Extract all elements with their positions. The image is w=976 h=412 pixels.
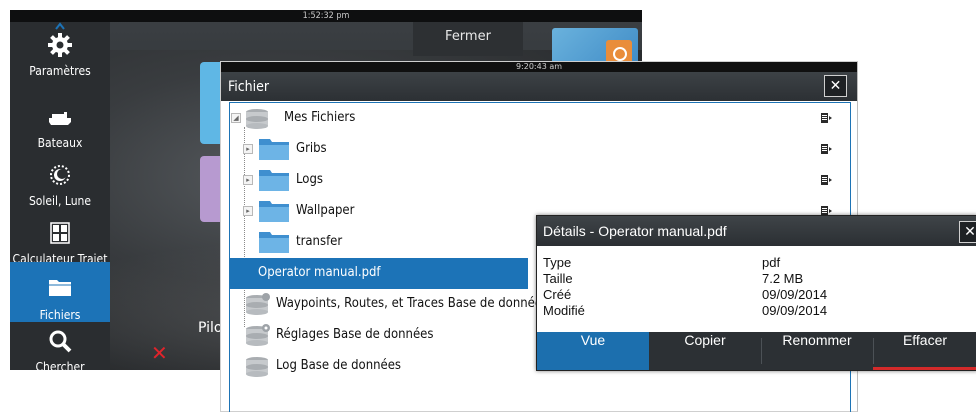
sidebar: Paramètres Bateaux Soleil, Lune Calculat… <box>10 22 110 370</box>
details-header: Détails - Operator manual.pdf ✕ <box>537 216 976 246</box>
expand-icon[interactable]: ▸ <box>243 206 253 216</box>
database-icon <box>246 324 270 346</box>
sidebar-item-chercher[interactable]: Chercher <box>10 324 110 370</box>
collapse-icon[interactable]: ◢ <box>231 113 241 123</box>
sidebar-label: Paramètres <box>29 64 91 78</box>
property-label-modified: Modifié <box>543 303 585 318</box>
app-tile-purple[interactable] <box>200 156 220 222</box>
expand-icon[interactable]: ▸ <box>243 144 253 154</box>
tree-row-label: Réglages Base de données <box>276 327 434 342</box>
context-menu-icon[interactable] <box>820 112 832 124</box>
close-red-icon[interactable]: ✕ <box>151 343 168 363</box>
sidebar-item-bateaux[interactable]: Bateaux <box>10 96 110 156</box>
sidebar-label: Chercher <box>35 360 85 370</box>
database-icon <box>246 357 268 377</box>
sidebar-item-fichiers[interactable]: Fichiers <box>10 262 110 322</box>
status-bar-time: 1:52:32 pm <box>10 10 642 22</box>
boat-icon <box>49 112 71 125</box>
close-icon[interactable]: ✕ <box>824 75 847 97</box>
tree-row-label: Log Base de données <box>276 358 402 373</box>
sidebar-label: Soleil, Lune <box>28 194 92 208</box>
tree-row-label: Wallpaper <box>296 203 355 218</box>
tree-row-label: Mes Fichiers <box>284 110 356 125</box>
calculator-icon <box>50 222 70 244</box>
property-value-created: 09/09/2014 <box>762 287 828 302</box>
dialog-status-time: 9:20:43 am <box>221 62 857 72</box>
effacer-button[interactable]: Effacer <box>873 332 976 370</box>
tree-row-gribs[interactable]: ▸ Gribs <box>230 134 850 165</box>
copier-button[interactable]: Copier <box>649 332 761 370</box>
dialog-header: Fichier ✕ <box>221 72 857 101</box>
details-title: Détails - Operator manual.pdf <box>543 223 727 239</box>
sidebar-item-parametres[interactable]: Paramètres <box>10 24 110 84</box>
tree-row-label: Operator manual.pdf <box>258 265 381 280</box>
property-label-size: Taille <box>543 271 573 286</box>
sidebar-label: Bateaux <box>37 136 83 150</box>
dialog-title: Fichier <box>228 79 270 95</box>
context-menu-icon[interactable] <box>820 143 832 155</box>
tree-row-logs[interactable]: ▸ Logs <box>230 165 850 196</box>
fermer-button[interactable]: Fermer <box>413 22 523 56</box>
gear-icon <box>48 33 72 57</box>
details-popup: Détails - Operator manual.pdf ✕ Type pdf… <box>536 215 976 371</box>
database-icon <box>246 293 270 315</box>
tree-row-label: Logs <box>296 172 323 187</box>
context-menu-icon[interactable] <box>820 174 832 186</box>
property-value-type: pdf <box>762 255 781 270</box>
property-label-type: Type <box>543 255 572 270</box>
sun-moon-icon <box>50 165 70 185</box>
tree-row-label: Gribs <box>296 141 327 156</box>
autopilot-partial-label: Pilo <box>198 320 223 336</box>
property-label-created: Créé <box>543 287 572 302</box>
sidebar-label: Fichiers <box>39 308 81 322</box>
details-action-bar: Vue Copier Renommer Effacer <box>537 332 976 370</box>
property-value-modified: 09/09/2014 <box>762 303 828 318</box>
app-tile-blue[interactable] <box>200 62 220 144</box>
expand-icon[interactable]: ▸ <box>243 175 253 185</box>
tree-row-mes-fichiers[interactable]: ◢ Mes Fichiers <box>230 103 850 134</box>
folder-icon <box>259 201 289 222</box>
close-icon[interactable]: ✕ <box>959 221 976 243</box>
search-icon <box>49 330 72 353</box>
property-value-size: 7.2 MB <box>762 271 804 286</box>
folder-icon <box>49 280 71 296</box>
sidebar-item-soleil-lune[interactable]: Soleil, Lune <box>10 154 110 214</box>
folder-icon <box>259 232 289 253</box>
folder-icon <box>259 170 289 191</box>
database-icon <box>246 109 268 129</box>
folder-icon <box>259 139 289 160</box>
tree-row-label: Waypoints, Routes, et Traces Base de don… <box>276 296 549 311</box>
tree-row-label: transfer <box>296 234 343 249</box>
renommer-button[interactable]: Renommer <box>761 332 873 370</box>
tree-row-operator-manual[interactable]: Operator manual.pdf <box>230 258 528 289</box>
vue-button[interactable]: Vue <box>537 332 649 370</box>
